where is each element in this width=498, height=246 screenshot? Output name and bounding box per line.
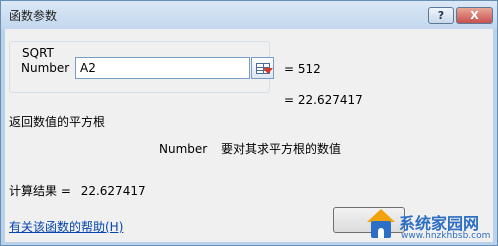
help-button[interactable]: ? (428, 7, 454, 24)
house-logo-icon (367, 209, 395, 239)
arrow-down-icon (263, 68, 273, 74)
close-button[interactable]: X (456, 7, 493, 24)
collapse-dialog-button[interactable] (251, 57, 274, 79)
calculation-result: 计算结果 = 22.627417 (9, 182, 146, 199)
calculation-value: 22.627417 (80, 184, 146, 198)
parameter-name: Number (159, 142, 208, 156)
argument-label: Number (21, 61, 70, 75)
parameter-help-text: 要对其求平方根的数值 (221, 142, 342, 156)
watermark-logo: 系统家园网 www.hnzkhbsb.com (359, 207, 495, 245)
dialog-title: 函数参数 (9, 9, 58, 23)
argument-value-preview: = 512 (284, 62, 321, 76)
function-arguments-dialog: 函数参数 ? X SQRT Number = 512 = 22.627417 返… (0, 0, 498, 246)
parameter-description: Number 要对其求平方根的数值 (159, 140, 341, 157)
calculation-label: 计算结果 = (9, 184, 71, 198)
function-description: 返回数值的平方根 (9, 115, 106, 129)
function-name: SQRT (20, 46, 56, 60)
function-help-link[interactable]: 有关该函数的帮助(H) (9, 218, 123, 235)
number-argument-input[interactable] (75, 57, 250, 79)
title-bar[interactable]: 函数参数 ? X (1, 1, 497, 29)
watermark-url: www.hnzkhbsb.com (401, 231, 491, 241)
formula-result-preview: = 22.627417 (284, 93, 363, 107)
